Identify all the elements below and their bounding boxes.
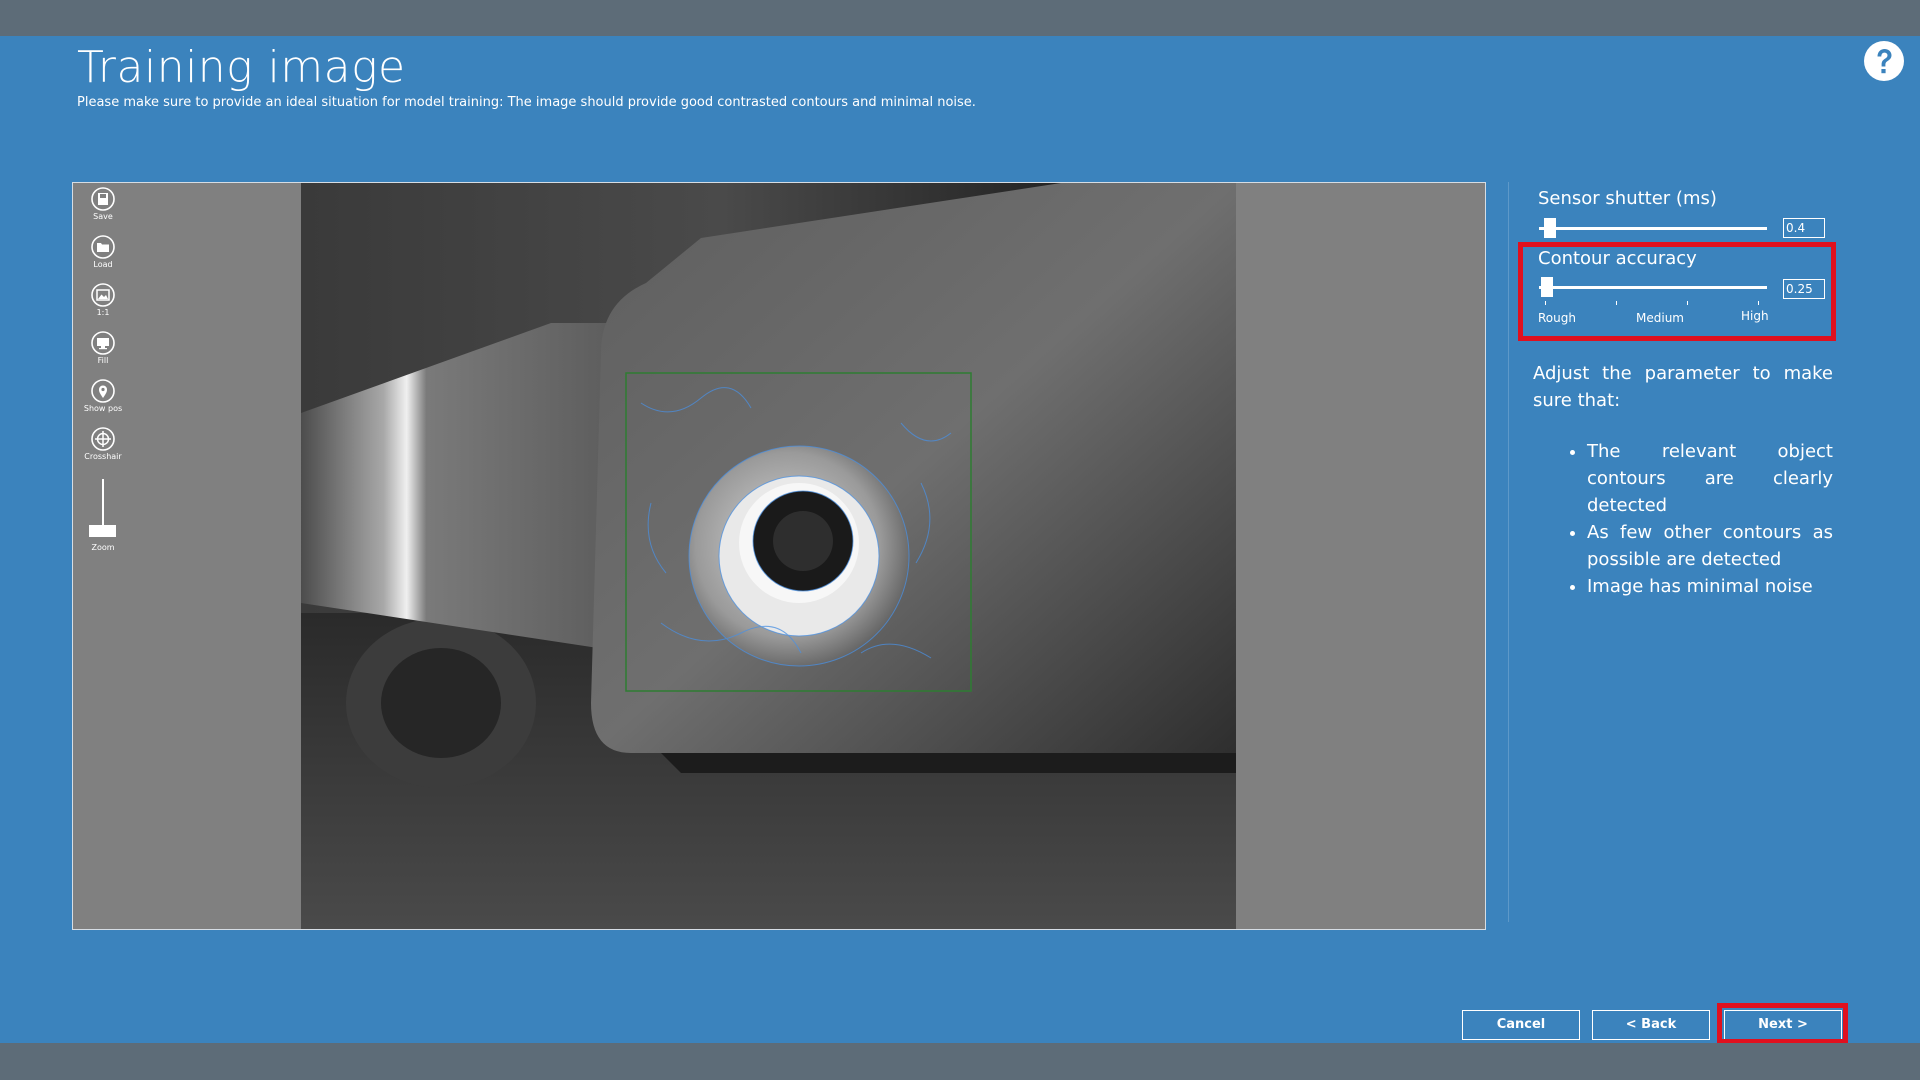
fill-label: Fill [97,356,109,365]
load-tool[interactable]: Load [73,235,133,270]
tick-label-medium: Medium [1636,311,1684,325]
page-title: Training image [77,42,406,93]
tick-high [1758,301,1759,305]
show-pos-label: Show pos [83,404,123,413]
panel-divider [1508,182,1509,922]
sensor-shutter-value[interactable] [1783,218,1825,238]
tick-label-rough: Rough [1538,311,1576,325]
instructions: Adjust the parameter to make sure that: … [1533,360,1833,600]
page-subtitle: Please make sure to provide an ideal sit… [77,95,976,110]
map-pin-icon [73,379,133,403]
sensor-shutter-track[interactable] [1539,227,1767,230]
tick-rough [1545,301,1546,305]
fill-tool[interactable]: Fill [73,331,133,366]
zoom-label: Zoom [91,543,115,552]
one-to-one-label: 1:1 [96,308,110,317]
tick-medium-right [1687,301,1688,305]
back-button[interactable]: < Back [1592,1010,1710,1040]
crosshair-icon [73,427,133,451]
show-pos-tool[interactable]: Show pos [73,379,133,414]
list-item: As few other contours as possible are de… [1587,519,1833,573]
monitor-icon [73,331,133,355]
zoom-thumb[interactable] [89,525,116,537]
contour-accuracy-thumb[interactable] [1541,277,1553,297]
image-icon [73,283,133,307]
save-label: Save [93,212,113,221]
sensor-shutter-thumb[interactable] [1544,218,1556,238]
cancel-button[interactable]: Cancel [1462,1010,1580,1040]
instructions-intro: Adjust the parameter to make sure that: [1533,363,1833,411]
save-tool[interactable]: Save [73,187,133,222]
contour-accuracy-value[interactable] [1783,279,1825,299]
tick-label-high: High [1741,309,1769,323]
next-button-highlight [1717,1003,1848,1044]
tick-medium-left [1616,301,1617,305]
save-icon [73,187,133,211]
zoom-slider[interactable]: Zoom [73,475,133,559]
list-item: The relevant object contours are clearly… [1587,438,1833,519]
folder-icon [73,235,133,259]
help-question-icon[interactable] [1863,40,1905,82]
sensor-shutter-label: Sensor shutter (ms) [1538,188,1717,209]
crosshair-label: Crosshair [84,452,122,461]
contour-accuracy-label: Contour accuracy [1538,248,1697,269]
one-to-one-tool[interactable]: 1:1 [73,283,133,318]
list-item: Image has minimal noise [1587,573,1833,600]
viewer-toolbar: Save Load 1:1 Fill Show pos Crosshair Zo… [73,183,133,929]
crosshair-tool[interactable]: Crosshair [73,427,133,462]
instructions-list: The relevant object contours are clearly… [1533,438,1833,600]
camera-image [301,183,1236,929]
load-label: Load [93,260,113,269]
top-bar [0,0,1920,36]
zoom-track [102,479,104,527]
image-viewer[interactable]: Save Load 1:1 Fill Show pos Crosshair Zo… [72,182,1486,930]
bottom-bar [0,1043,1920,1080]
contour-accuracy-track[interactable] [1539,286,1767,289]
